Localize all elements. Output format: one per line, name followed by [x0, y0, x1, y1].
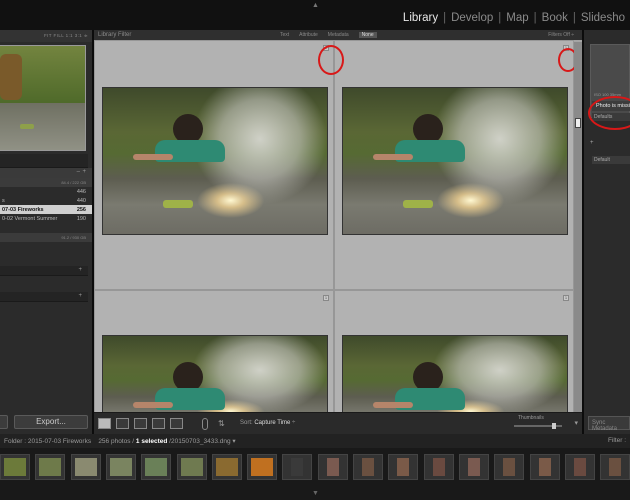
folder-row[interactable]: s 440	[0, 196, 92, 205]
export-button[interactable]: Export...	[14, 415, 88, 429]
grid-toolbar: ⇅ Sort: Capture Time ÷ Thumbnails ▾	[94, 412, 582, 434]
grid-cell[interactable]: 1	[334, 40, 574, 290]
filmstrip-thumbnail[interactable]	[353, 454, 383, 480]
navigator-zoom-options[interactable]: FIT FILL 1:1 3:1 ≑	[0, 30, 92, 42]
sort-direction-icon[interactable]: ⇅	[218, 419, 225, 428]
sort-value: Capture Time	[254, 420, 291, 426]
scroll-thumb[interactable]	[575, 118, 581, 128]
annotation-circle	[318, 45, 344, 75]
grid-view: Library Filter Text Attribute Metadata N…	[94, 30, 582, 412]
compare-view-icon[interactable]	[134, 418, 147, 429]
filmstrip-thumbnail[interactable]	[0, 454, 30, 480]
folder-path[interactable]: Folder : 2015-07-03 Fireworks 256 photos…	[4, 437, 236, 445]
thumbnail-size-slider[interactable]	[514, 423, 562, 429]
filmstrip-thumbnail[interactable]	[70, 454, 101, 480]
publish-add-button[interactable]: +	[78, 293, 82, 299]
module-slideshow[interactable]: Slidesho	[576, 12, 630, 24]
library-filter-label: Library Filter	[98, 32, 132, 38]
folder-row[interactable]: 0-02 Vermont Summer 190	[0, 214, 92, 223]
filmstrip-thumbnail[interactable]	[247, 454, 278, 480]
photo-thumbnail[interactable]	[102, 87, 328, 235]
module-develop[interactable]: Develop	[446, 12, 498, 24]
grid-cell[interactable]: 1	[94, 40, 334, 290]
photo-thumbnail[interactable]	[342, 87, 568, 235]
filmstrip-thumbnail[interactable]	[141, 454, 172, 480]
filter-attribute[interactable]: Attribute	[299, 32, 318, 38]
filter-none[interactable]: None	[358, 32, 377, 38]
grid-cell[interactable]: 1	[94, 290, 334, 412]
toy-tank	[20, 124, 34, 129]
filmstrip-thumbnail[interactable]	[282, 454, 313, 480]
folder-row-selected[interactable]: 07-03 Fireworks 256	[0, 205, 92, 214]
filmstrip-thumbnail[interactable]	[600, 454, 630, 480]
filmstrip-filter[interactable]: Filter :	[608, 437, 626, 444]
folder-row[interactable]: 446	[0, 187, 92, 196]
collections-add-button[interactable]: +	[78, 267, 82, 273]
thumbnail-grid: 1 1 1 1	[94, 40, 576, 412]
grid-view-icon[interactable]	[98, 418, 111, 429]
library-filter-bar: Library Filter Text Attribute Metadata N…	[94, 30, 582, 40]
filmstrip-thumbnail[interactable]	[494, 454, 525, 480]
module-picker: Library | Develop | Map | Book | Slidesh…	[398, 10, 630, 26]
toolbar-menu-icon[interactable]: ▾	[574, 419, 578, 427]
filter-options: Text Attribute Metadata None	[280, 32, 377, 38]
dog-figure	[0, 54, 22, 100]
right-panel: ISO 100 35mm Photo is missing Defaults +…	[584, 30, 630, 434]
filmstrip-thumbnail[interactable]	[211, 454, 242, 480]
survey-view-icon[interactable]	[152, 418, 165, 429]
filmstrip-thumbnail[interactable]	[317, 454, 348, 480]
grid-scrollbar[interactable]	[574, 42, 582, 412]
panel-add-button[interactable]: +	[590, 140, 594, 146]
import-export-row: Export...	[0, 412, 92, 432]
sync-metadata-button[interactable]: Sync Metadata	[588, 416, 630, 432]
filter-metadata[interactable]: Metadata	[328, 32, 349, 38]
annotation-circle	[588, 96, 630, 130]
filters-off-toggle[interactable]: Filters Off ÷	[548, 32, 574, 38]
volume-1[interactable]: 84.4 / 222 GB	[0, 178, 92, 187]
filmstrip-thumbnail[interactable]	[423, 454, 454, 480]
filmstrip-thumbnails	[0, 454, 630, 490]
navigator-preview[interactable]	[0, 45, 86, 151]
collections-header[interactable]: +	[0, 266, 88, 276]
loupe-view-icon[interactable]	[116, 418, 129, 429]
module-book[interactable]: Book	[537, 12, 573, 24]
filmstrip-thumbnail[interactable]	[458, 454, 489, 480]
folders-header[interactable]: – +	[0, 168, 92, 178]
filmstrip-thumbnail[interactable]	[564, 454, 595, 480]
module-bar: ▲ Library | Develop | Map | Book | Slide…	[0, 0, 630, 30]
thumbnails-label: Thumbnails	[518, 415, 544, 421]
painter-icon[interactable]	[202, 418, 208, 430]
module-library[interactable]: Library	[398, 12, 443, 24]
photo-thumbnail[interactable]	[102, 335, 328, 412]
missing-photo-badge[interactable]: 1	[323, 295, 329, 301]
filmstrip-header: Folder : 2015-07-03 Fireworks 256 photos…	[0, 434, 630, 448]
left-panel: FIT FILL 1:1 3:1 ≑ – + 84.4 / 222 GB 446…	[0, 30, 92, 434]
filmstrip-thumbnail[interactable]	[529, 454, 560, 480]
volume-2[interactable]: 91.2 / 930 GB	[0, 233, 92, 242]
filter-text[interactable]: Text	[280, 32, 289, 38]
import-button[interactable]	[0, 415, 8, 429]
grid-cell[interactable]: 1	[334, 290, 574, 412]
module-map[interactable]: Map	[501, 12, 533, 24]
slider-knob[interactable]	[552, 423, 556, 429]
folders-add-button[interactable]: +	[82, 169, 86, 175]
catalog-header[interactable]	[0, 154, 88, 168]
folders-panel: – + 84.4 / 222 GB 446 s 440 07-03 Firewo…	[0, 168, 92, 242]
filmstrip-thumbnail[interactable]	[35, 454, 66, 480]
filmstrip-thumbnail[interactable]	[105, 454, 136, 480]
missing-photo-badge[interactable]: 1	[563, 295, 569, 301]
top-panel-toggle-icon[interactable]: ▲	[312, 2, 319, 9]
folders-minus-button[interactable]: –	[77, 169, 80, 175]
publish-services-header[interactable]: +	[0, 292, 88, 302]
sort-control[interactable]: Sort: Capture Time ÷	[240, 420, 295, 426]
filmstrip-thumbnail[interactable]	[388, 454, 419, 480]
people-view-icon[interactable]	[170, 418, 183, 429]
filmstrip-thumbnail[interactable]	[176, 454, 207, 480]
bottom-panel-toggle-icon[interactable]: ▼	[312, 490, 319, 497]
metadata-default-dropdown[interactable]: Default	[592, 156, 630, 164]
photo-thumbnail[interactable]	[342, 335, 568, 412]
